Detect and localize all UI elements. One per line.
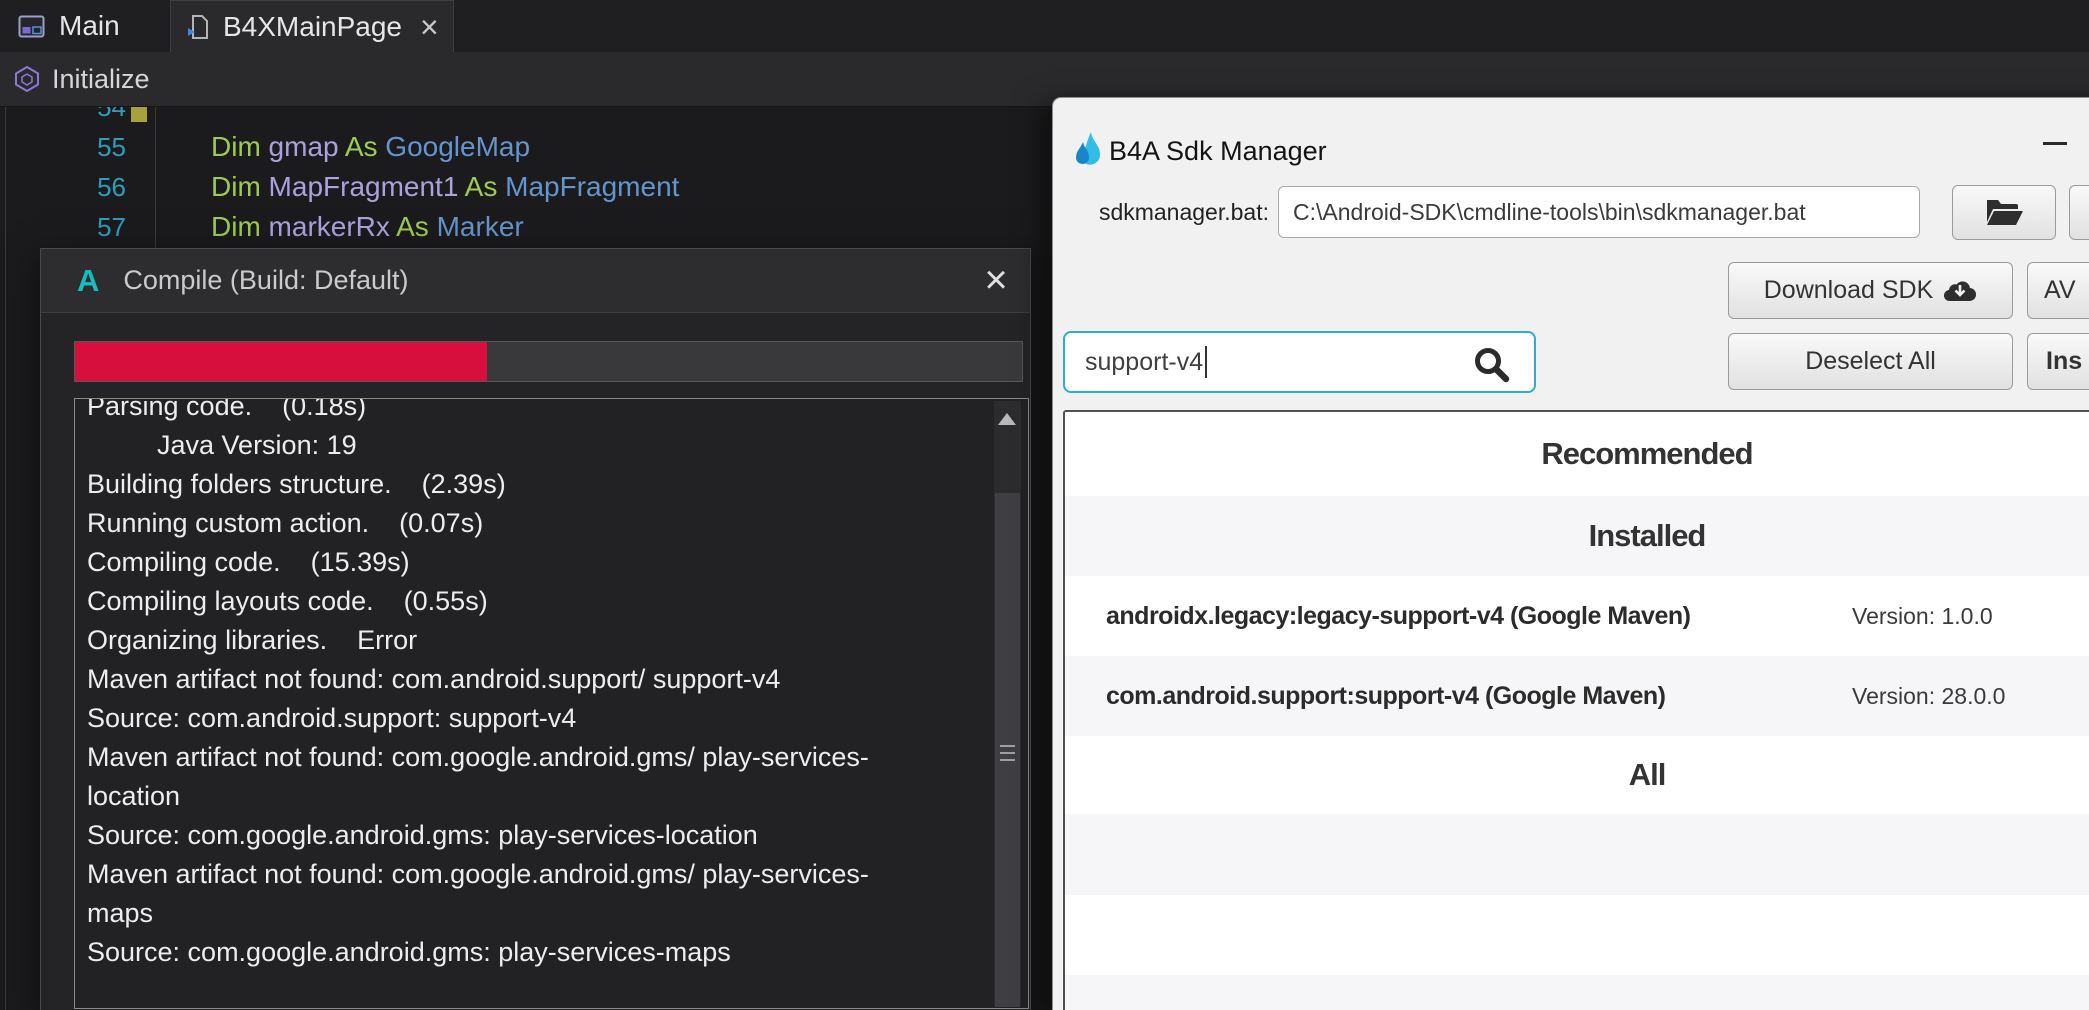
b4a-flame-icon bbox=[1074, 130, 1102, 175]
package-row[interactable]: com.android.support:support-v4 (Google M… bbox=[1065, 656, 2089, 736]
log-line: Maven artifact not found: com.android.su… bbox=[87, 660, 988, 699]
sdk-manager-window: B4A Sdk Manager sdkmanager.bat: C:\Andro… bbox=[1052, 97, 2089, 1010]
log-line: Compiling code. (15.39s) bbox=[87, 543, 988, 582]
tab-main[interactable]: Main bbox=[2, 0, 136, 52]
code-line[interactable]: 56 Dim MapFragment1 As MapFragment bbox=[0, 167, 1040, 207]
line-number: 54 bbox=[60, 107, 126, 127]
close-icon[interactable]: × bbox=[976, 257, 1016, 303]
change-marker-icon bbox=[131, 107, 147, 122]
line-number: 56 bbox=[60, 167, 126, 207]
empty-row bbox=[1065, 895, 2089, 975]
line-number: 55 bbox=[60, 127, 126, 167]
search-input-value[interactable]: support-v4 bbox=[1085, 348, 1203, 377]
search-icon bbox=[1472, 345, 1512, 390]
grip-line bbox=[1000, 745, 1015, 747]
download-sdk-button[interactable]: Download SDK bbox=[1728, 262, 2013, 319]
list-section-header: Installed bbox=[1065, 496, 2089, 576]
log-scrollbar[interactable] bbox=[994, 401, 1021, 1006]
install-button-partial[interactable]: Ins bbox=[2027, 333, 2089, 390]
form-icon bbox=[18, 15, 45, 38]
button-label: Ins bbox=[2046, 347, 2082, 376]
package-row[interactable]: androidx.legacy:legacy-support-v4 (Googl… bbox=[1065, 576, 2089, 656]
screen: Main B4XMainPage × Initialize 5455 Dim gm… bbox=[0, 0, 2089, 1010]
progress-fill bbox=[75, 342, 487, 381]
open-folder-icon bbox=[1985, 198, 2023, 228]
log-line: Source: com.android.support: support-v4 bbox=[87, 699, 988, 738]
empty-row bbox=[1065, 975, 2089, 1010]
tab-b4xmainpage[interactable]: B4XMainPage × bbox=[170, 0, 454, 53]
package-name: androidx.legacy:legacy-support-v4 (Googl… bbox=[1106, 576, 1690, 656]
button-label: Download SDK bbox=[1764, 276, 1934, 305]
grip-line bbox=[1000, 752, 1015, 754]
log-line: Maven artifact not found: com.google.and… bbox=[87, 855, 988, 894]
empty-row bbox=[1065, 814, 2089, 895]
package-name: com.android.support:support-v4 (Google M… bbox=[1106, 656, 1665, 736]
log-line: Compiling layouts code. (0.55s) bbox=[87, 582, 988, 621]
cloud-download-icon bbox=[1943, 278, 1977, 303]
sdkmanager-path-label: sdkmanager.bat: bbox=[1063, 198, 1269, 226]
package-list[interactable]: RecommendedInstalledandroidx.legacy:lega… bbox=[1063, 410, 2089, 1010]
tab-label: Main bbox=[59, 10, 120, 42]
avd-button-partial[interactable]: AV bbox=[2027, 262, 2089, 319]
minimize-button[interactable] bbox=[2031, 126, 2079, 160]
browse-folder-button[interactable] bbox=[1952, 185, 2056, 240]
grip-line bbox=[1000, 759, 1015, 761]
button-label: Deselect All bbox=[1805, 347, 1936, 376]
scrollbar-thumb[interactable] bbox=[995, 493, 1020, 1007]
package-version: Version: 28.0.0 bbox=[1852, 656, 2005, 736]
log-line: Maven artifact not found: com.google.and… bbox=[87, 738, 988, 777]
compile-dialog-titlebar: A Compile (Build: Default) × bbox=[41, 249, 1030, 313]
secondary-tool-button[interactable] bbox=[2069, 185, 2089, 240]
code-text: Dim MapFragment1 As MapFragment bbox=[211, 167, 679, 207]
code-text: Dim markerRx As Marker bbox=[211, 207, 524, 247]
log-line: Organizing libraries. Error bbox=[87, 621, 988, 660]
code-line[interactable]: 55 Dim gmap As GoogleMap bbox=[0, 127, 1040, 167]
log-lines: Parsing code. (0.18s)Java Version: 19Bui… bbox=[87, 398, 988, 972]
package-search-box[interactable]: support-v4 bbox=[1063, 331, 1536, 393]
tab-close-icon[interactable]: × bbox=[420, 11, 439, 43]
code-line[interactable]: 57 Dim markerRx As Marker bbox=[0, 207, 1040, 247]
button-label: AV bbox=[2044, 276, 2076, 305]
b4a-logo-icon: A bbox=[77, 263, 99, 299]
editor-tab-bar: Main B4XMainPage × bbox=[0, 0, 2089, 52]
code-line[interactable]: 54 bbox=[0, 107, 1040, 127]
line-number: 57 bbox=[60, 207, 126, 247]
scroll-up-icon[interactable] bbox=[998, 413, 1016, 425]
breadcrumb-item[interactable]: Initialize bbox=[52, 64, 150, 95]
code-text: Dim gmap As GoogleMap bbox=[211, 127, 530, 167]
window-title: B4A Sdk Manager bbox=[1109, 136, 1327, 167]
compile-dialog-title: Compile (Build: Default) bbox=[123, 265, 408, 296]
list-section-header: Recommended bbox=[1065, 412, 2089, 496]
compile-progress-bar bbox=[74, 341, 1023, 382]
compile-log-box[interactable]: Parsing code. (0.18s)Java Version: 19Bui… bbox=[74, 398, 1029, 1009]
hexagon-icon bbox=[14, 65, 40, 93]
log-line: Source: com.google.android.gms: play-ser… bbox=[87, 816, 988, 855]
list-section-header: All bbox=[1065, 736, 2089, 814]
compile-dialog: A Compile (Build: Default) × Parsing cod… bbox=[40, 248, 1031, 1010]
sdkmanager-path-input[interactable]: C:\Android-SDK\cmdline-tools\bin\sdkmana… bbox=[1278, 186, 1920, 238]
log-line: Parsing code. (0.18s) bbox=[87, 398, 988, 426]
log-line: Java Version: 19 bbox=[87, 426, 988, 465]
log-line: maps bbox=[87, 894, 988, 933]
log-line: Building folders structure. (2.39s) bbox=[87, 465, 988, 504]
log-line: Running custom action. (0.07s) bbox=[87, 504, 988, 543]
page-icon bbox=[187, 14, 209, 40]
log-line: Source: com.google.android.gms: play-ser… bbox=[87, 933, 988, 972]
tab-label: B4XMainPage bbox=[223, 11, 402, 43]
package-version: Version: 1.0.0 bbox=[1852, 576, 1993, 656]
deselect-all-button[interactable]: Deselect All bbox=[1728, 333, 2013, 390]
log-line: location bbox=[87, 777, 988, 816]
text-caret bbox=[1205, 346, 1207, 378]
